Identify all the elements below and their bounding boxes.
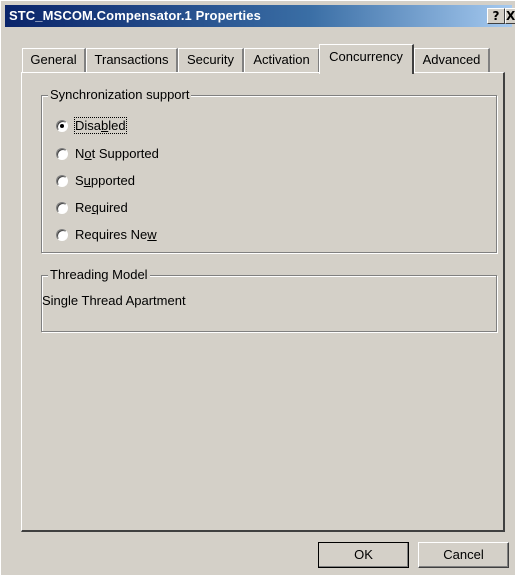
radio-label-disabled[interactable]: Disabled xyxy=(74,117,127,134)
radio-selected-dot xyxy=(60,124,64,128)
concurrency-panel: Synchronization support Disabled Not Sup… xyxy=(21,72,505,532)
tab-strip: General Transactions Security Activation… xyxy=(1,1,515,81)
radio-label-not-supported[interactable]: Not Supported xyxy=(75,146,159,161)
tab-activation[interactable]: Activation xyxy=(244,48,320,72)
threading-model-value: Single Thread Apartment xyxy=(42,293,186,308)
radio-label-requires-new[interactable]: Requires New xyxy=(75,227,157,242)
tab-general[interactable]: General xyxy=(22,48,86,72)
radio-button[interactable] xyxy=(56,148,68,160)
radio-label-supported[interactable]: Supported xyxy=(75,173,135,188)
radio-button[interactable] xyxy=(56,229,68,241)
radio-label-required[interactable]: Required xyxy=(75,200,128,215)
sync-support-legend: Synchronization support xyxy=(48,87,192,102)
sync-support-group: Synchronization support Disabled Not Sup… xyxy=(41,87,497,253)
ok-button[interactable]: OK xyxy=(318,542,409,568)
radio-button[interactable] xyxy=(56,120,68,132)
tab-transactions[interactable]: Transactions xyxy=(86,48,178,72)
tab-concurrency[interactable]: Concurrency xyxy=(319,44,414,74)
threading-model-group: Threading Model Single Thread Apartment xyxy=(41,267,497,332)
radio-button[interactable] xyxy=(56,202,68,214)
cancel-button[interactable]: Cancel xyxy=(418,542,509,568)
threading-model-legend: Threading Model xyxy=(48,267,150,282)
tab-advanced[interactable]: Advanced xyxy=(414,48,490,72)
properties-dialog: STC_MSCOM.Compensator.1 Properties ? X G… xyxy=(0,0,515,575)
tab-security[interactable]: Security xyxy=(178,48,244,72)
radio-button[interactable] xyxy=(56,175,68,187)
